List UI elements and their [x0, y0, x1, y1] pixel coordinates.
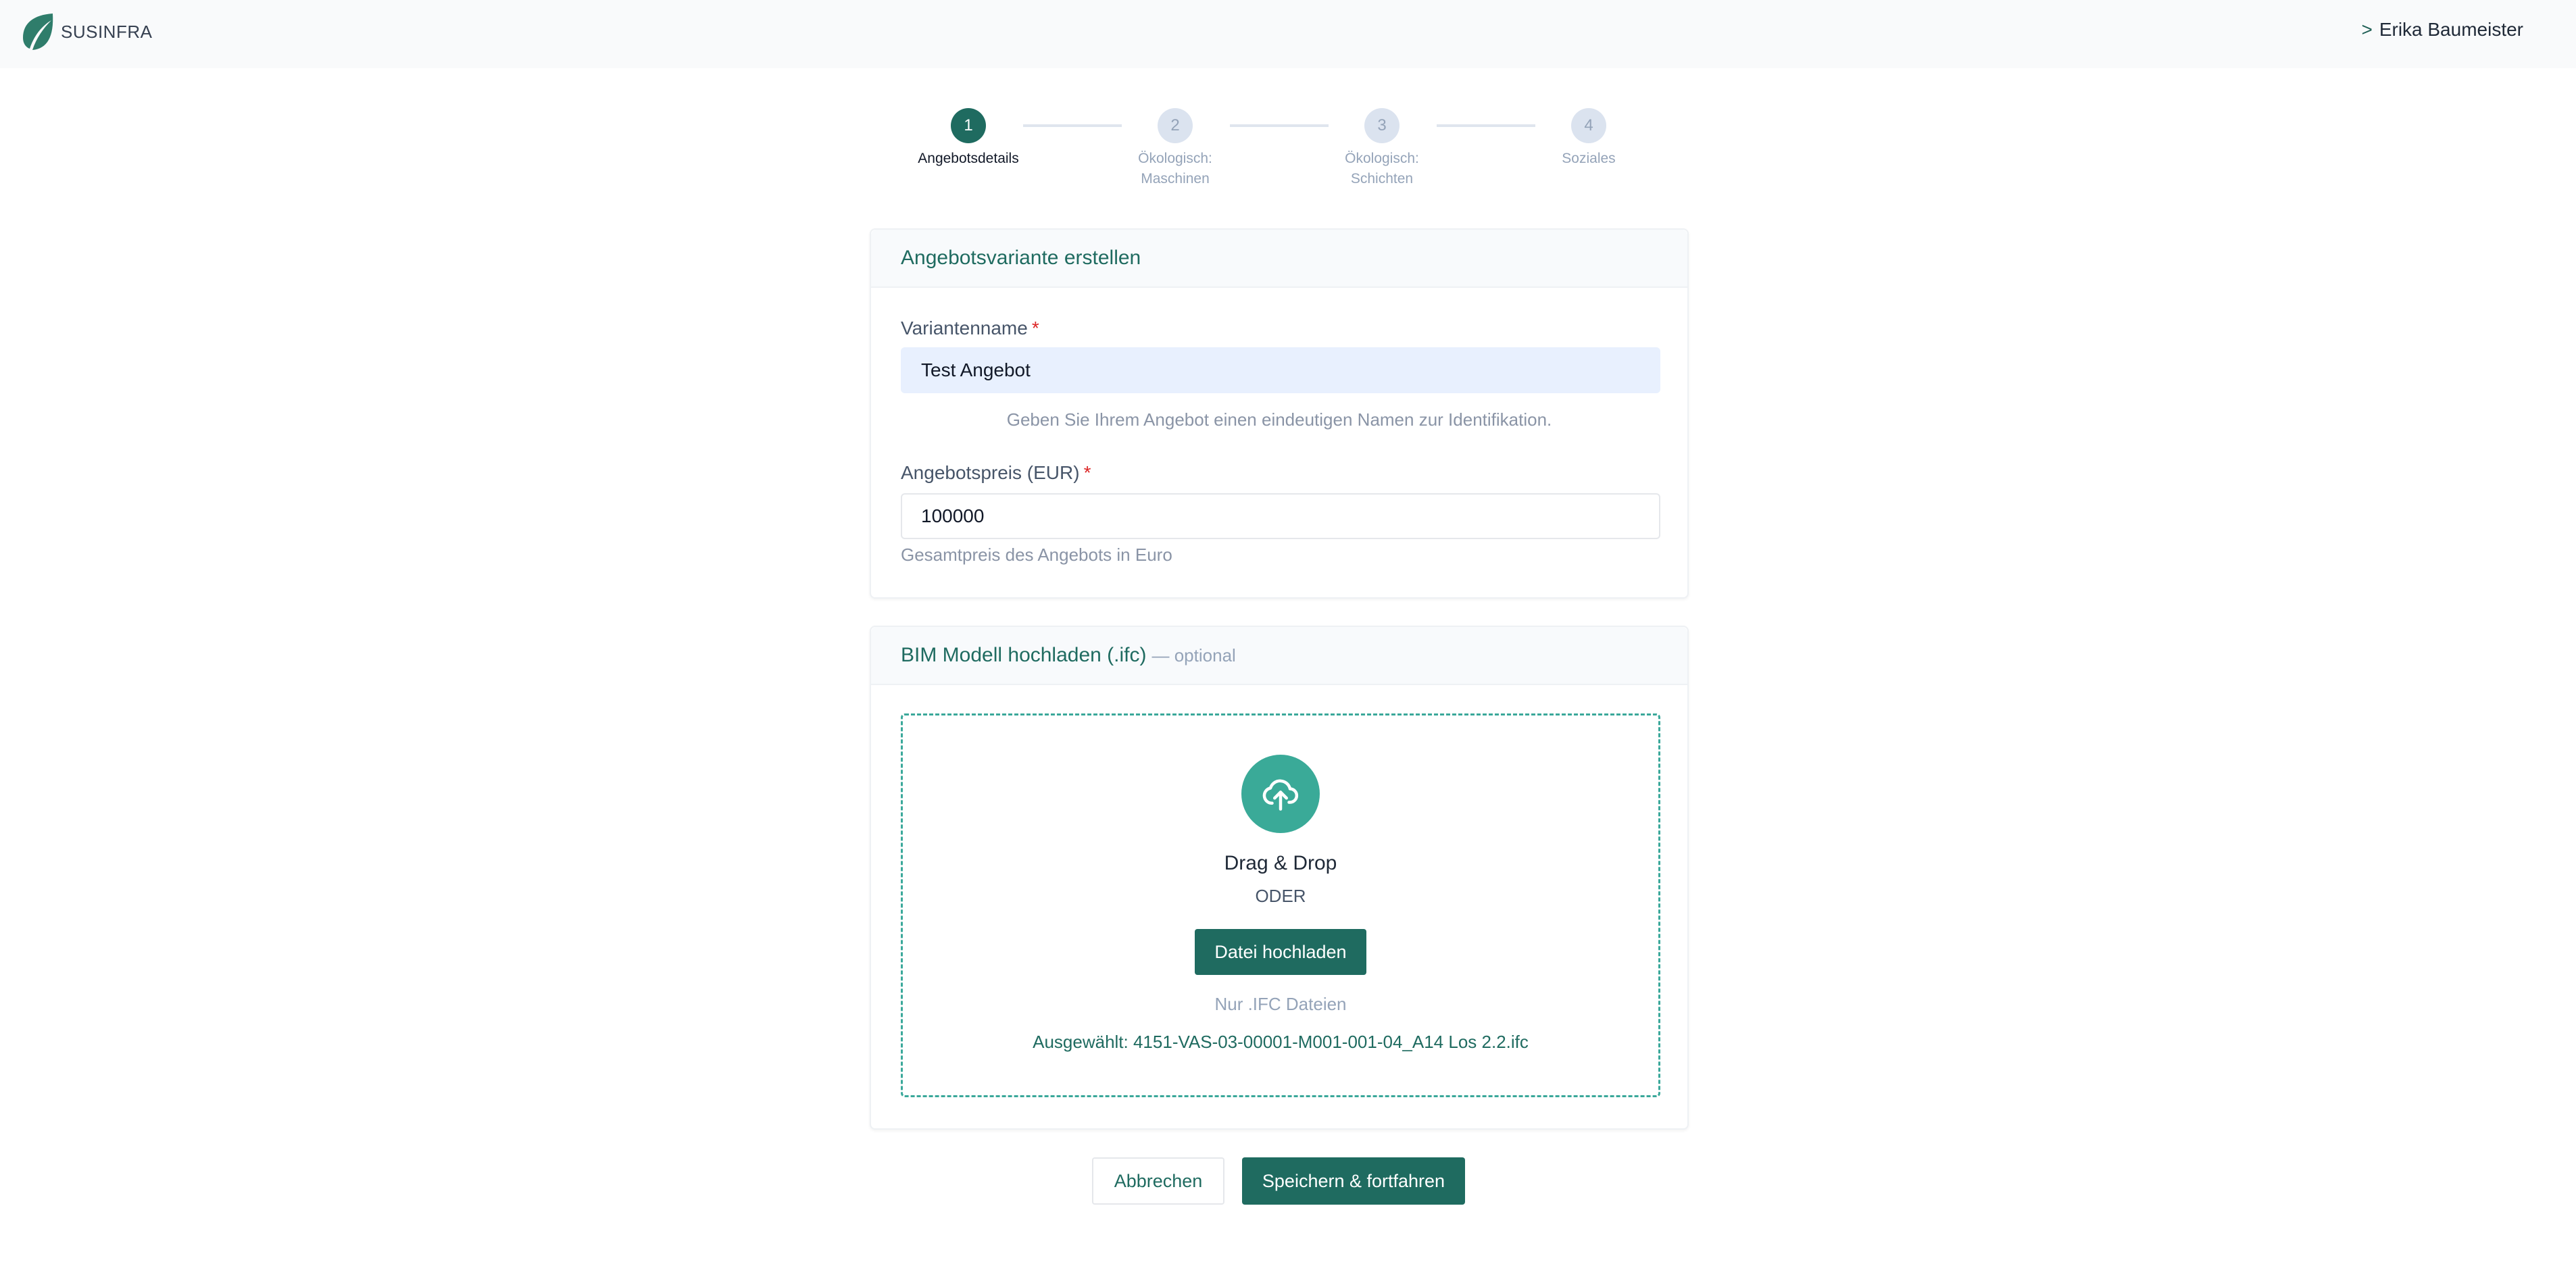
or-text: ODER: [1255, 886, 1306, 906]
optional-tag: — optional: [1151, 645, 1236, 665]
save-continue-button[interactable]: Speichern & fortfahren: [1242, 1157, 1465, 1205]
required-mark: *: [1031, 318, 1039, 338]
card-header: BIM Modell hochladen (.ifc) — optional: [871, 627, 1687, 685]
step-connector: [1023, 124, 1122, 127]
variant-name-label: Variantenname *: [901, 318, 1039, 339]
brand-name: SUSINFRA: [61, 21, 153, 42]
file-dropzone[interactable]: Drag & Drop ODER Datei hochladen Nur .IF…: [901, 713, 1660, 1097]
step-label-line: Schichten: [1350, 171, 1414, 186]
selected-file: Ausgewählt: 4151-VAS-03-00001-M001-001-0…: [1033, 1032, 1529, 1052]
step-number: 1: [951, 108, 986, 143]
card-title: Angebotsvariante erstellen: [901, 247, 1141, 269]
step-number: 3: [1364, 108, 1400, 143]
leaf-logo-icon: [23, 14, 53, 50]
step-label-line: Maschinen: [1141, 171, 1210, 186]
cancel-button[interactable]: Abbrechen: [1092, 1157, 1224, 1205]
user-chevron-icon: >: [2361, 19, 2373, 40]
brand[interactable]: SUSINFRA: [20, 12, 152, 51]
card-header: Angebotsvariante erstellen: [871, 230, 1687, 288]
step-label: Ökologisch: Schichten: [1294, 149, 1470, 189]
step-connector: [1230, 124, 1329, 127]
upload-file-button[interactable]: Datei hochladen: [1195, 929, 1366, 975]
price-help: Gesamtpreis des Angebots in Euro: [901, 545, 1172, 565]
user-name: Erika Baumeister: [2379, 19, 2523, 40]
step-number: 4: [1571, 108, 1606, 143]
step-label: Angebotsdetails: [918, 151, 1019, 166]
price-input[interactable]: 100000: [901, 493, 1660, 539]
user-menu[interactable]: > Erika Baumeister: [2361, 19, 2523, 41]
step-label-line: Ökologisch:: [1138, 151, 1212, 166]
price-label: Angebotspreis (EUR) *: [901, 462, 1091, 484]
bim-upload-card: BIM Modell hochladen (.ifc) — optional D…: [870, 626, 1689, 1130]
step-label: Soziales: [1562, 151, 1616, 166]
top-bar: SUSINFRA > Erika Baumeister: [0, 0, 2576, 68]
step-label-line: Ökologisch:: [1345, 151, 1419, 166]
required-mark: *: [1083, 462, 1091, 483]
step-number: 2: [1158, 108, 1193, 143]
variant-name-input[interactable]: Test Angebot: [901, 347, 1660, 393]
offer-details-card: Angebotsvariante erstellen Variantenname…: [870, 228, 1689, 599]
file-type-hint: Nur .IFC Dateien: [1214, 994, 1347, 1014]
variant-name-help: Geben Sie Ihrem Angebot einen eindeutige…: [1006, 409, 1552, 430]
label-text: Variantenname: [901, 318, 1028, 338]
card-title: BIM Modell hochladen (.ifc): [901, 644, 1147, 666]
cloud-upload-icon: [1241, 755, 1320, 833]
step-label: Ökologisch: Maschinen: [1087, 149, 1263, 189]
step-connector: [1437, 124, 1535, 127]
label-text: Angebotspreis (EUR): [901, 462, 1080, 483]
drag-drop-text: Drag & Drop: [1224, 852, 1337, 874]
